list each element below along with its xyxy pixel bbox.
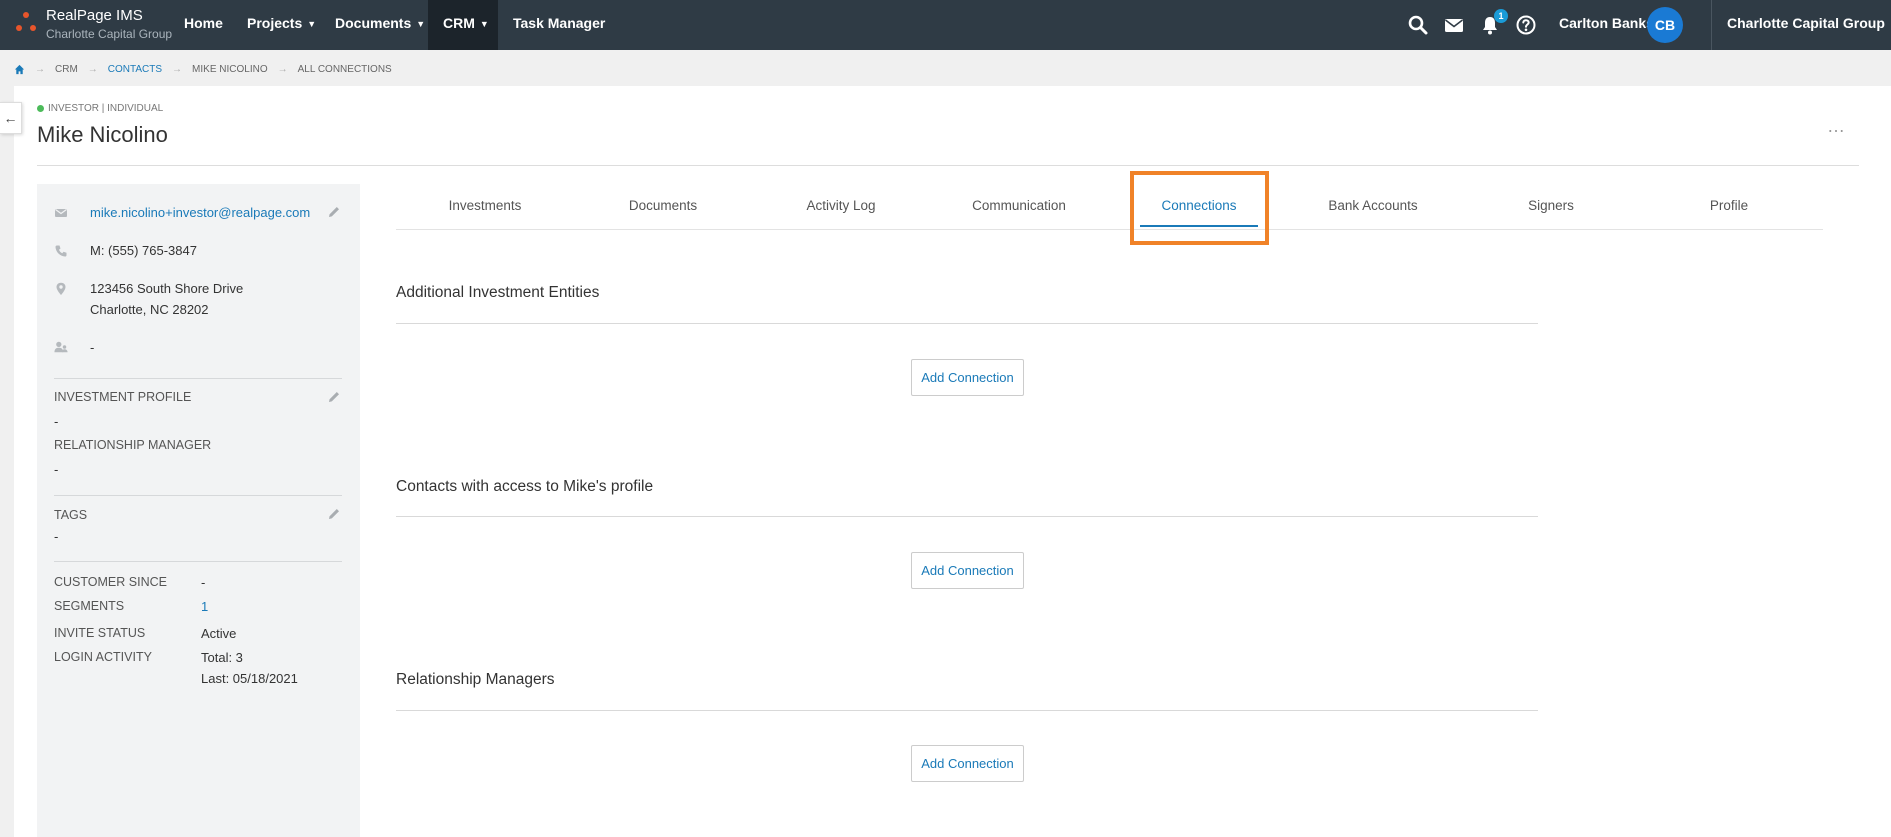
investment-profile-value: - <box>54 414 59 429</box>
nav-home[interactable]: Home <box>184 0 236 50</box>
breadcrumb-separator-icon: → <box>35 63 45 75</box>
nav-documents[interactable]: Documents ▼ <box>335 0 425 50</box>
login-last: Last: 05/18/2021 <box>201 671 298 686</box>
tab-bar: Investments Documents Activity Log Commu… <box>396 184 1823 230</box>
breadcrumb-contacts[interactable]: CONTACTS <box>108 64 162 75</box>
tags-label: TAGS <box>54 508 88 522</box>
nav-crm[interactable]: CRM ▼ <box>428 0 498 50</box>
contact-sidebar: mike.nicolino+investor@realpage.com M: (… <box>37 184 360 837</box>
arrow-left-icon: ← <box>3 110 18 126</box>
segments-label: SEGMENTS <box>54 599 125 613</box>
nav-projects[interactable]: Projects ▼ <box>247 0 316 50</box>
tab-investments[interactable]: Investments <box>396 184 574 230</box>
nav-projects-label: Projects <box>247 15 303 31</box>
invite-status-label: INVITE STATUS <box>54 626 146 640</box>
address-line-1: 123456 South Shore Drive <box>90 281 244 296</box>
home-icon[interactable] <box>14 64 25 75</box>
mail-icon[interactable] <box>1443 14 1465 36</box>
sidebar-divider <box>54 495 342 496</box>
org-switcher[interactable]: Charlotte Capital Group▼ <box>1727 0 1891 48</box>
breadcrumb-contact-name[interactable]: MIKE NICOLINO <box>192 64 268 75</box>
chevron-down-icon: ▼ <box>479 19 489 30</box>
login-activity-label: LOGIN ACTIVITY <box>54 650 152 664</box>
section-title-contacts-access: Contacts with access to Mike's profile <box>396 478 654 495</box>
brand-logo[interactable]: RealPage IMS Charlotte Capital Group <box>12 6 172 44</box>
section-divider <box>396 710 1538 711</box>
add-connection-button[interactable]: Add Connection <box>911 552 1024 589</box>
contact-person-icon <box>54 341 68 353</box>
relationship-manager-value: - <box>54 462 59 477</box>
customer-since-label: CUSTOMER SINCE <box>54 575 167 589</box>
section-divider <box>396 516 1538 517</box>
app-subtitle: Charlotte Capital Group <box>46 27 173 41</box>
breadcrumb-crm[interactable]: CRM <box>55 64 78 75</box>
relationship-manager-label: RELATIONSHIP MANAGER <box>54 438 212 452</box>
edit-icon[interactable] <box>327 507 341 521</box>
nav-documents-label: Documents <box>335 15 412 31</box>
mail-icon <box>55 209 67 217</box>
avatar[interactable]: CB <box>1647 7 1683 43</box>
chevron-down-icon: ▼ <box>416 19 426 30</box>
user-name[interactable]: Carlton Banks <box>1559 0 1654 46</box>
nav-task-manager-label: Task Manager <box>513 15 606 31</box>
tab-bank-accounts[interactable]: Bank Accounts <box>1284 184 1462 230</box>
address-line-2: Charlotte, NC 28202 <box>90 302 209 317</box>
notification-count-badge: 1 <box>1494 9 1508 23</box>
tab-documents[interactable]: Documents <box>574 184 752 230</box>
back-button[interactable]: ← <box>0 102 22 134</box>
nav-divider <box>1711 0 1712 50</box>
contact-email[interactable]: mike.nicolino+investor@realpage.com <box>90 205 310 220</box>
header-divider <box>37 165 1859 166</box>
location-pin-icon <box>56 282 66 295</box>
breadcrumb-separator-icon: → <box>87 63 98 75</box>
customer-since-value: - <box>201 575 206 590</box>
section-title-relationship-managers: Relationship Managers <box>396 671 555 688</box>
section-divider <box>396 323 1538 324</box>
tab-signers[interactable]: Signers <box>1462 184 1640 230</box>
edit-icon[interactable] <box>327 205 341 219</box>
edit-icon[interactable] <box>327 390 341 404</box>
search-icon[interactable] <box>1407 14 1429 36</box>
chevron-down-icon: ▼ <box>307 19 317 30</box>
sidebar-divider <box>54 561 342 562</box>
invite-status-value: Active <box>201 626 237 641</box>
tags-value: - <box>54 529 59 544</box>
nav-task-manager[interactable]: Task Manager <box>513 0 605 50</box>
more-options-icon[interactable]: … <box>1827 116 1846 137</box>
contact-type-label: INVESTOR | INDIVIDUAL <box>48 103 164 114</box>
breadcrumb-separator-icon: → <box>277 63 288 75</box>
org-switcher-label: Charlotte Capital Group <box>1727 15 1885 31</box>
contact-person-value: - <box>90 340 95 355</box>
status-dot-icon <box>37 105 44 112</box>
add-connection-button[interactable]: Add Connection <box>911 359 1024 396</box>
phone-icon <box>55 245 67 257</box>
page-title: Mike Nicolino <box>37 122 168 147</box>
contact-type: INVESTOR | INDIVIDUAL <box>37 103 163 114</box>
nav-crm-label: CRM <box>443 15 475 31</box>
section-title-investment-entities: Additional Investment Entities <box>396 284 600 301</box>
nav-home-label: Home <box>184 15 223 31</box>
login-total: Total: 3 <box>201 650 243 665</box>
sidebar-divider <box>54 378 342 379</box>
tab-profile[interactable]: Profile <box>1640 184 1818 230</box>
contact-phone: M: (555) 765-3847 <box>90 243 197 258</box>
tab-activity-log[interactable]: Activity Log <box>752 184 930 230</box>
breadcrumb-separator-icon: → <box>172 63 183 75</box>
realpage-logo-icon <box>14 12 40 36</box>
top-navbar: RealPage IMS Charlotte Capital Group Hom… <box>0 0 1891 50</box>
segments-value[interactable]: 1 <box>201 599 208 614</box>
tab-communication[interactable]: Communication <box>930 184 1108 230</box>
app-title: RealPage IMS <box>46 7 143 24</box>
investment-profile-label: INVESTMENT PROFILE <box>54 390 192 404</box>
help-icon[interactable] <box>1515 14 1537 36</box>
highlight-annotation <box>1130 171 1269 245</box>
breadcrumb: → CRM → CONTACTS → MIKE NICOLINO → ALL C… <box>14 62 392 76</box>
breadcrumb-current: ALL CONNECTIONS <box>297 63 392 75</box>
add-connection-button[interactable]: Add Connection <box>911 745 1024 782</box>
